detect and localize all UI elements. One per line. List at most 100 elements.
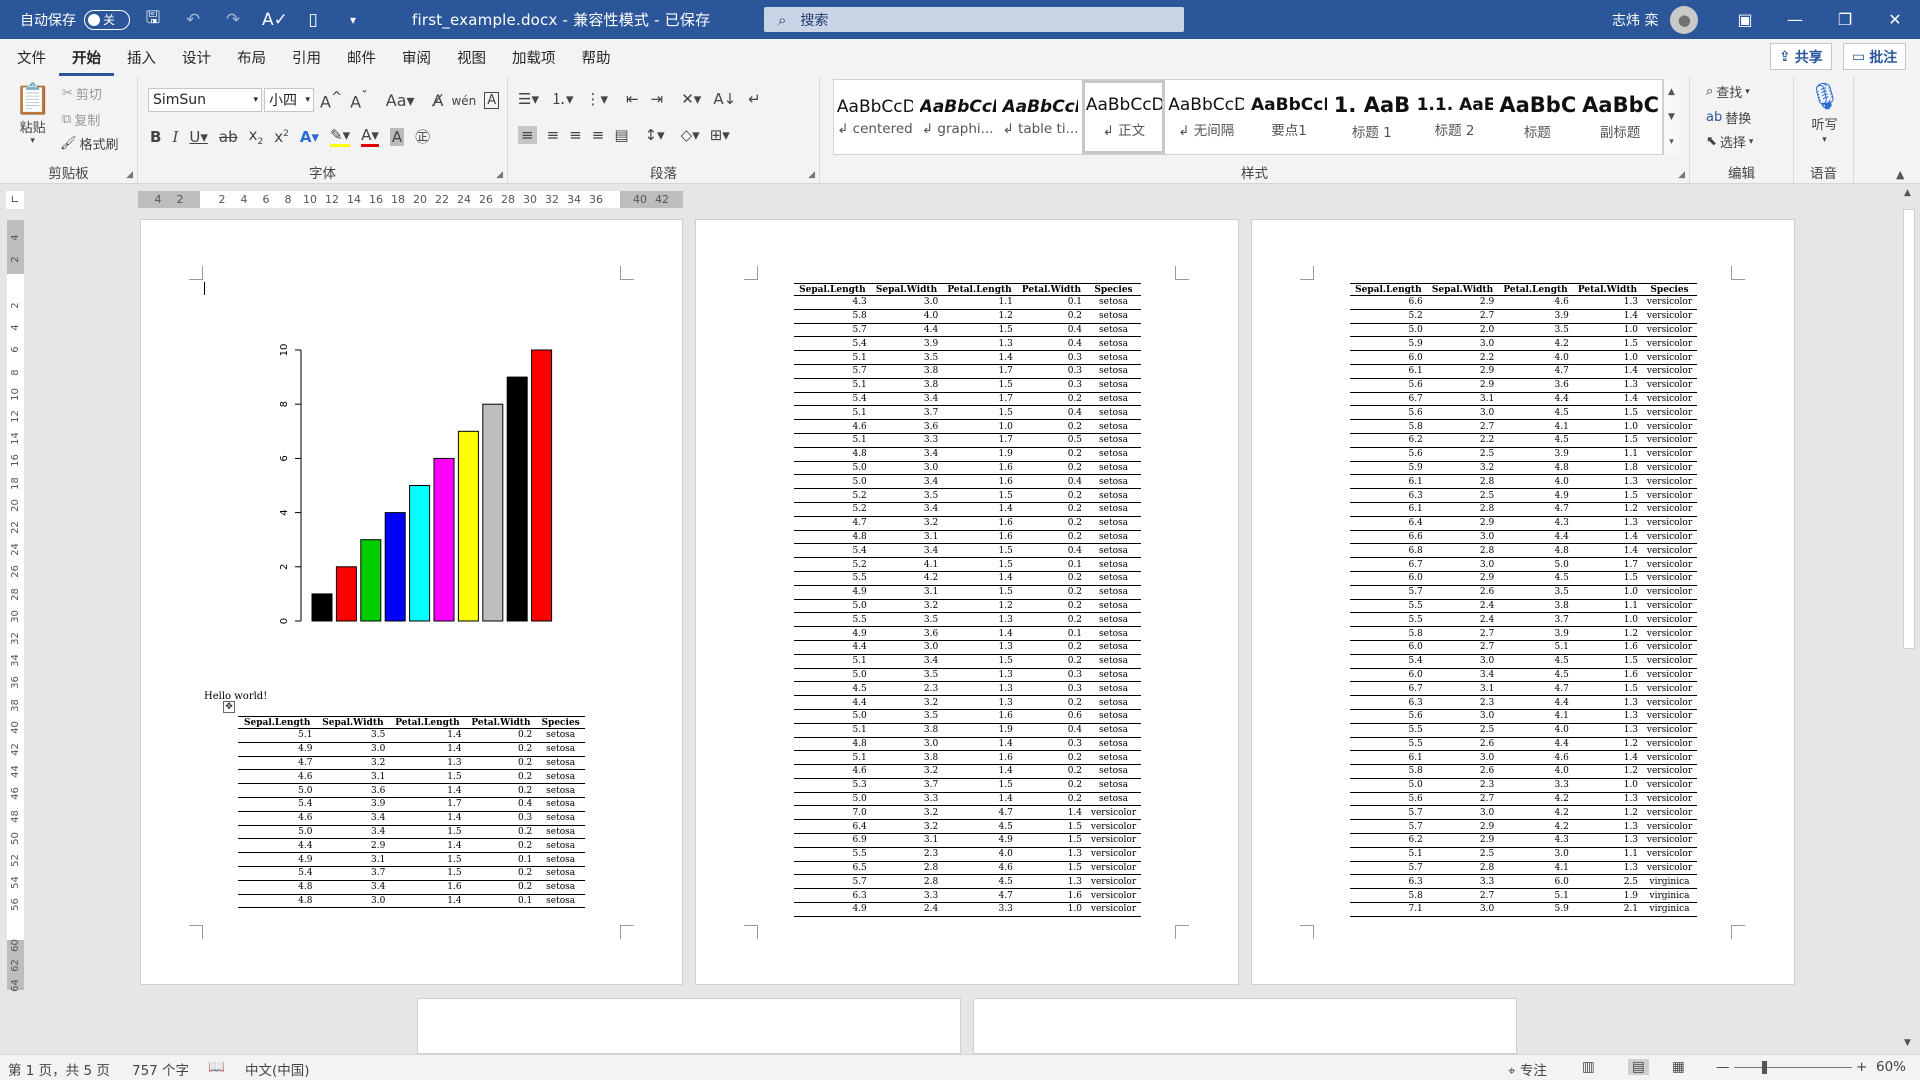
style-heading-1[interactable]: 1. AaB 标题 1 xyxy=(1331,80,1414,154)
tab-file[interactable]: 文件 xyxy=(4,39,59,76)
horizontal-ruler[interactable]: 4 2 2 4 6 8 10 12 14 16 18 20 22 24 26 28 30 32 34 36 40 42 xyxy=(138,191,683,208)
style-subtitle[interactable]: AaBbC 副标题 xyxy=(1579,80,1662,154)
font-color-icon[interactable]: A▾ xyxy=(361,126,379,147)
scroll-up-icon[interactable]: ▲ xyxy=(1904,188,1911,198)
change-case-icon[interactable]: Aa▾ xyxy=(386,91,415,110)
chevron-down-icon[interactable]: ▼ xyxy=(1668,112,1675,122)
autosave-toggle[interactable]: 关 xyxy=(84,9,130,30)
zoom-slider-thumb[interactable] xyxy=(1762,1061,1767,1074)
tab-references[interactable]: 引用 xyxy=(279,39,334,76)
zoom-level[interactable]: 60% xyxy=(1876,1059,1906,1075)
new-document-icon[interactable]: ▯ xyxy=(302,10,324,30)
cut-button[interactable]: ✂ 剪切 xyxy=(62,84,102,103)
page-count[interactable]: 第 1 页，共 5 页 xyxy=(8,1059,110,1079)
text-effects-icon[interactable]: A▾ xyxy=(300,128,319,146)
show-marks-icon[interactable]: ↵ xyxy=(748,90,761,108)
autosave-control[interactable]: 自动保存 关 xyxy=(20,0,130,39)
clear-formatting-icon[interactable]: A̸ xyxy=(433,91,444,110)
grow-font-icon[interactable]: A^ xyxy=(320,90,342,111)
font-name-select[interactable]: SimSun ▾ xyxy=(148,88,262,112)
web-layout-icon[interactable]: ▦ xyxy=(1672,1059,1685,1075)
chevron-up-icon[interactable]: ▲ xyxy=(1668,87,1675,97)
find-button[interactable]: ⌕ 查找 ▾ xyxy=(1706,82,1750,101)
undo-icon[interactable]: ↶ xyxy=(182,10,204,30)
style-key-point[interactable]: AaBbCcI 要点1 xyxy=(1248,80,1331,154)
close-icon[interactable]: ✕ xyxy=(1870,10,1920,29)
subscript-icon[interactable]: x2 xyxy=(249,126,264,147)
zoom-in-icon[interactable]: + xyxy=(1856,1059,1867,1075)
zoom-out-icon[interactable]: — xyxy=(1716,1059,1730,1075)
align-center-icon[interactable]: ≡ xyxy=(547,126,560,144)
dictate-button[interactable]: 🎙 听写 ▾ xyxy=(1808,82,1841,145)
tab-insert[interactable]: 插入 xyxy=(114,39,169,76)
phonetic-guide-icon[interactable]: wén xyxy=(451,94,476,108)
highlight-icon[interactable]: ✎▾ xyxy=(330,126,351,147)
bullets-icon[interactable]: ☰▾ xyxy=(518,90,539,108)
tab-addins[interactable]: 加载项 xyxy=(499,39,569,76)
multilevel-list-icon[interactable]: ⋮▾ xyxy=(586,90,609,108)
ribbon-display-options-icon[interactable]: ▣ xyxy=(1720,10,1770,29)
decrease-indent-icon[interactable]: ⇤ xyxy=(626,90,639,108)
shading-icon[interactable]: ◇▾ xyxy=(681,126,700,144)
dialog-launcher-icon[interactable]: ◢ xyxy=(808,170,815,180)
enclose-characters-icon[interactable]: ㊣ xyxy=(415,126,430,147)
proofing-icon[interactable]: 📖 xyxy=(208,1059,225,1075)
tab-selector[interactable]: ∟ xyxy=(6,191,24,209)
align-right-icon[interactable]: ≡ xyxy=(569,126,582,144)
character-border-icon[interactable]: A xyxy=(484,92,500,110)
share-button[interactable]: ⇪ 共享 xyxy=(1770,43,1832,70)
bold-icon[interactable]: B xyxy=(150,128,161,146)
copy-button[interactable]: ⧉ 复制 xyxy=(62,110,100,129)
dialog-launcher-icon[interactable]: ◢ xyxy=(126,170,133,180)
styles-scroll[interactable]: ▲ ▼ ▾ xyxy=(1663,79,1679,155)
comments-button[interactable]: ▭ 批注 xyxy=(1843,43,1907,70)
underline-icon[interactable]: U▾ xyxy=(189,128,208,146)
borders-icon[interactable]: ⊞▾ xyxy=(710,126,730,144)
line-spacing-icon[interactable]: ↕▾ xyxy=(645,126,665,144)
font-size-select[interactable]: 小四 ▾ xyxy=(264,88,314,112)
numbering-icon[interactable]: ⒈▾ xyxy=(551,88,574,109)
spelling-icon[interactable]: A✓ xyxy=(262,10,288,30)
minimize-icon[interactable]: — xyxy=(1770,10,1820,29)
tab-design[interactable]: 设计 xyxy=(169,39,224,76)
tab-mailings[interactable]: 邮件 xyxy=(334,39,389,76)
increase-indent-icon[interactable]: ⇥ xyxy=(651,90,664,108)
asian-layout-icon[interactable]: ✕▾ xyxy=(681,90,701,108)
style-heading-2[interactable]: 1.1. AaE 标题 2 xyxy=(1414,80,1497,154)
focus-mode-button[interactable]: ⌖ 专注 xyxy=(1508,1059,1547,1079)
word-count[interactable]: 757 个字 xyxy=(132,1059,189,1079)
print-layout-icon[interactable]: ▤ xyxy=(1628,1059,1649,1075)
zoom-slider[interactable] xyxy=(1734,1061,1852,1074)
style-table-title[interactable]: AaBbCcL ↲ table ti... xyxy=(1000,80,1083,154)
vertical-ruler[interactable]: 4 2 2 4 6 8 10 12 14 16 18 20 22 24 26 28 30 32 34 36 38 40 42… xyxy=(7,220,24,992)
dialog-launcher-icon[interactable]: ◢ xyxy=(1678,170,1685,180)
style-normal[interactable]: AaBbCcD ↲ 正文 xyxy=(1082,80,1166,154)
style-centered[interactable]: AaBbCcD ↲ centered xyxy=(834,80,917,154)
distributed-icon[interactable]: ▤ xyxy=(614,126,628,144)
customize-qat-icon[interactable]: ▾ xyxy=(342,13,364,27)
align-left-icon[interactable]: ≡ xyxy=(518,126,537,144)
restore-icon[interactable]: ❐ xyxy=(1820,10,1870,29)
account-area[interactable]: 志炜 栾 ● xyxy=(1612,0,1699,39)
collapse-ribbon-icon[interactable]: ▲ xyxy=(1896,168,1904,181)
paste-button[interactable]: 📋 粘贴 ▾ xyxy=(14,82,51,146)
justify-icon[interactable]: ≡ xyxy=(592,126,605,144)
vertical-scrollbar[interactable]: ▲ ▼ xyxy=(1898,184,1920,1054)
style-no-spacing[interactable]: AaBbCcD ↲ 无间隔 xyxy=(1165,80,1248,154)
language-indicator[interactable]: 中文(中国) xyxy=(245,1059,310,1079)
italic-icon[interactable]: I xyxy=(172,128,178,146)
tab-review[interactable]: 审阅 xyxy=(389,39,444,76)
sort-icon[interactable]: A↓ xyxy=(713,90,736,108)
select-button[interactable]: ⬉ 选择 ▾ xyxy=(1706,132,1753,151)
read-mode-icon[interactable]: ▥ xyxy=(1582,1059,1595,1075)
table-move-handle-icon[interactable]: ✥ xyxy=(223,701,235,713)
style-title[interactable]: AaBbC 标题 xyxy=(1496,80,1579,154)
style-graphic[interactable]: AaBbCcL ↲ graphi... xyxy=(917,80,1000,154)
more-styles-icon[interactable]: ▾ xyxy=(1669,137,1674,147)
shrink-font-icon[interactable]: Aˇ xyxy=(350,90,368,111)
scrollbar-thumb[interactable] xyxy=(1903,209,1915,649)
redo-icon[interactable]: ↷ xyxy=(222,10,244,30)
save-icon[interactable]: 🖫 xyxy=(142,5,164,34)
tab-layout[interactable]: 布局 xyxy=(224,39,279,76)
tab-help[interactable]: 帮助 xyxy=(569,39,624,76)
